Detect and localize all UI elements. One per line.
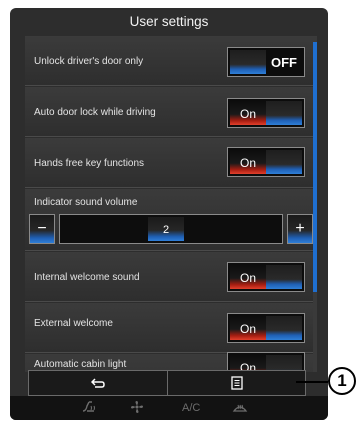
- unlock-driver-door-toggle[interactable]: OFF: [227, 47, 305, 77]
- setting-external-welcome: External welcome On: [25, 303, 317, 353]
- toggle-state: On: [230, 316, 266, 340]
- back-button[interactable]: [29, 371, 168, 395]
- infotainment-screen: User settings Unlock driver's door only …: [10, 8, 328, 420]
- setting-auto-door-lock: Auto door lock while driving On: [25, 87, 317, 137]
- volume-track[interactable]: 2: [59, 214, 283, 244]
- bottom-action-bar: [28, 370, 306, 396]
- toggle-off-indicator: [266, 101, 302, 125]
- callout-number: 1: [328, 367, 356, 395]
- menu-button[interactable]: [168, 371, 306, 395]
- toggle-off-indicator: [266, 150, 302, 174]
- toggle-off-indicator: [230, 50, 266, 74]
- volume-value: 2: [148, 217, 184, 241]
- external-welcome-toggle[interactable]: On: [227, 313, 305, 343]
- setting-label: Automatic cabin light: [34, 359, 127, 370]
- automatic-cabin-light-toggle[interactable]: On: [227, 352, 305, 372]
- volume-decrease-button[interactable]: −: [29, 214, 55, 244]
- setting-label: Hands free key functions: [34, 158, 145, 169]
- toggle-state: On: [230, 101, 266, 125]
- scrollbar[interactable]: [313, 42, 317, 372]
- page-title: User settings: [129, 14, 209, 29]
- toggle-state: On: [230, 150, 266, 174]
- volume-stepper: − 2 +: [29, 214, 313, 244]
- hands-free-key-toggle[interactable]: On: [227, 147, 305, 177]
- defrost-icon[interactable]: [232, 400, 248, 417]
- toggle-state: OFF: [266, 50, 302, 74]
- seat-heating-icon[interactable]: [80, 400, 98, 417]
- setting-label: External welcome: [34, 318, 113, 329]
- setting-label: Indicator sound volume: [34, 197, 138, 208]
- setting-internal-welcome-sound: Internal welcome sound On: [25, 252, 317, 302]
- list-menu-icon: [231, 376, 243, 390]
- setting-hands-free-key: Hands free key functions On: [25, 138, 317, 188]
- setting-label: Unlock driver's door only: [34, 56, 144, 67]
- return-arrow-icon: [90, 378, 105, 388]
- internal-welcome-sound-toggle[interactable]: On: [227, 262, 305, 292]
- toggle-off-indicator: [266, 316, 302, 340]
- volume-increase-button[interactable]: +: [287, 214, 313, 244]
- fan-icon[interactable]: [130, 400, 144, 417]
- setting-label: Auto door lock while driving: [34, 107, 156, 118]
- callout-leader-line: [296, 381, 328, 383]
- setting-indicator-sound-volume: Indicator sound volume − 2 +: [25, 189, 317, 251]
- ac-button[interactable]: A/C: [182, 402, 200, 414]
- climate-bar: A/C: [10, 396, 328, 420]
- scrollbar-thumb[interactable]: [313, 42, 317, 292]
- toggle-off-indicator: [266, 265, 302, 289]
- settings-list: Unlock driver's door only OFF Auto door …: [25, 36, 317, 372]
- setting-label: Internal welcome sound: [34, 272, 140, 283]
- auto-door-lock-toggle[interactable]: On: [227, 98, 305, 128]
- toggle-state: On: [230, 265, 266, 289]
- setting-unlock-driver-door: Unlock driver's door only OFF: [25, 36, 317, 86]
